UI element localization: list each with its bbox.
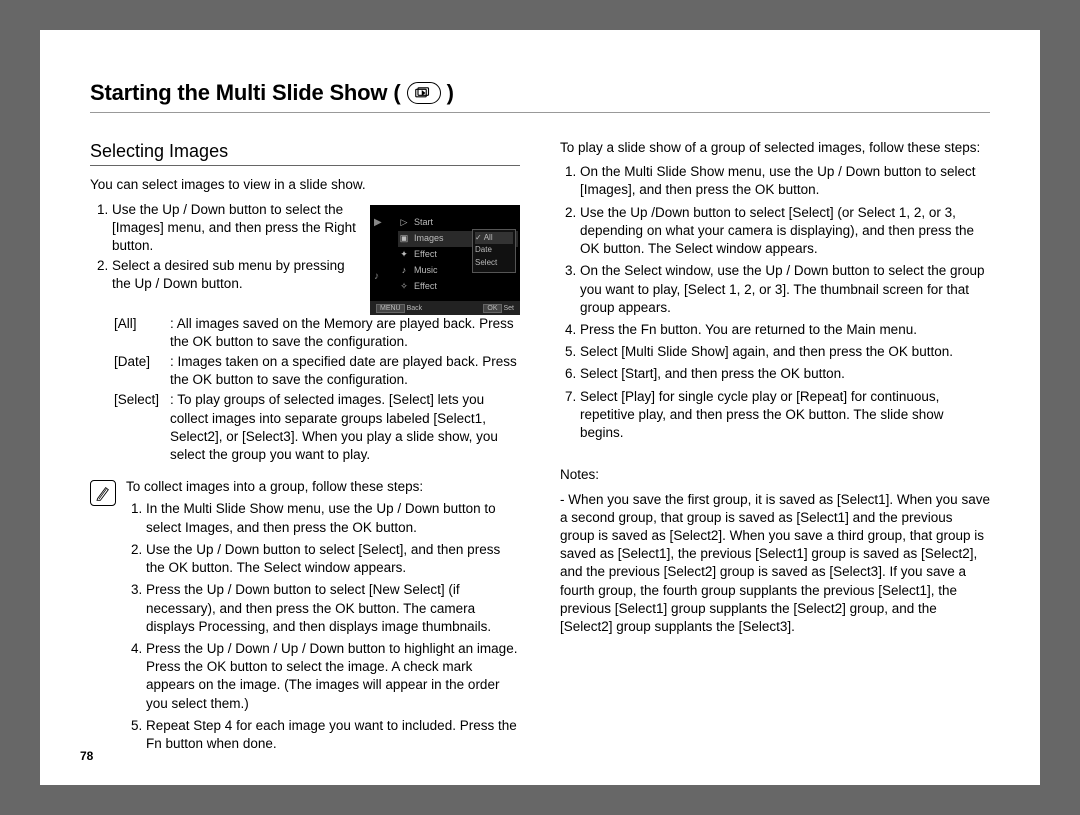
step-list-top: Use the Up / Down button to select the […	[90, 201, 362, 294]
lcd-item: Music	[414, 263, 438, 277]
def-text: : To play groups of selected images. [Se…	[170, 391, 520, 464]
lcd-item: Images	[414, 231, 444, 245]
lcd-set-label: Set	[503, 305, 514, 312]
def-row: [Date] : Images taken on a specified dat…	[114, 353, 520, 389]
right-intro: To play a slide show of a group of selec…	[560, 139, 990, 157]
note-block: To collect images into a group, follow t…	[90, 478, 520, 767]
lcd-ok-button: OK	[483, 304, 501, 313]
section-heading: Selecting Images	[90, 139, 520, 166]
lcd-item: Effect	[414, 279, 437, 293]
slideshow-icon	[407, 82, 441, 104]
lcd-row: ✧Effect	[398, 279, 518, 295]
step-item: On the Select window, use the Up / Down …	[580, 262, 990, 317]
paren-close: )	[447, 80, 454, 106]
step-item: Select a desired sub menu by pressing th…	[112, 257, 362, 293]
intro-text: You can select images to view in a slide…	[90, 176, 520, 194]
def-term: [All]	[114, 315, 170, 351]
lcd-side-icons: ▶♪	[374, 215, 382, 285]
note-step: Use the Up / Down button to select [Sele…	[146, 541, 520, 577]
definition-list: [All] : All images saved on the Memory a…	[114, 315, 520, 465]
def-row: [Select] : To play groups of selected im…	[114, 391, 520, 464]
def-row: [All] : All images saved on the Memory a…	[114, 315, 520, 351]
def-text: : Images taken on a specified date are p…	[170, 353, 520, 389]
page-number: 78	[80, 749, 93, 763]
note-lead: To collect images into a group, follow t…	[126, 479, 423, 494]
camera-lcd: ▶♪ ▷Start ▣Images ✦Effect ♪Music ✧Effect…	[370, 205, 520, 315]
lcd-item: Effect	[414, 247, 437, 261]
notes-heading: Notes:	[560, 466, 990, 484]
step-item: On the Multi Slide Show menu, use the Up…	[580, 163, 990, 199]
right-step-list: On the Multi Slide Show menu, use the Up…	[560, 163, 990, 442]
paren-open: (	[393, 80, 400, 106]
step-item: Press the Fn button. You are returned to…	[580, 321, 990, 339]
note-step: Repeat Step 4 for each image you want to…	[146, 717, 520, 753]
lcd-back-label: Back	[407, 305, 423, 312]
notes-body: - When you save the first group, it is s…	[560, 491, 990, 637]
step-item: Use the Up / Down button to select the […	[112, 201, 362, 256]
step-item: Select [Start], and then press the OK bu…	[580, 365, 990, 383]
note-icon	[90, 480, 116, 506]
page-title: Starting the Multi Slide Show	[90, 80, 387, 106]
lcd-item: Start	[414, 215, 433, 229]
content-columns: Selecting Images You can select images t…	[90, 139, 990, 767]
lcd-bottom-bar: MENU Back OK Set	[370, 301, 520, 315]
note-step: Press the Up / Down / Up / Down button t…	[146, 640, 520, 713]
left-column: Selecting Images You can select images t…	[90, 139, 520, 767]
step-item: Use the Up /Down button to select [Selec…	[580, 204, 990, 259]
step-item: Select [Multi Slide Show] again, and the…	[580, 343, 990, 361]
def-term: [Date]	[114, 353, 170, 389]
lcd-submenu: All Date Select	[472, 229, 516, 273]
note-body: To collect images into a group, follow t…	[126, 478, 520, 767]
def-text: : All images saved on the Memory are pla…	[170, 315, 520, 351]
right-column: To play a slide show of a group of selec…	[560, 139, 990, 767]
note-steps: In the Multi Slide Show menu, use the Up…	[126, 500, 520, 753]
def-term: [Select]	[114, 391, 170, 464]
lcd-submenu-item: All	[475, 232, 513, 245]
manual-page: Starting the Multi Slide Show ( ) Select…	[40, 30, 1040, 785]
note-step: Press the Up / Down button to select [Ne…	[146, 581, 520, 636]
lcd-submenu-item: Select	[475, 257, 513, 270]
lcd-submenu-item: Date	[475, 244, 513, 257]
steps-with-lcd: Use the Up / Down button to select the […	[90, 201, 520, 315]
note-step: In the Multi Slide Show menu, use the Up…	[146, 500, 520, 536]
page-title-row: Starting the Multi Slide Show ( )	[90, 80, 990, 113]
lcd-menu-button: MENU	[376, 304, 405, 313]
step-item: Select [Play] for single cycle play or […	[580, 388, 990, 443]
